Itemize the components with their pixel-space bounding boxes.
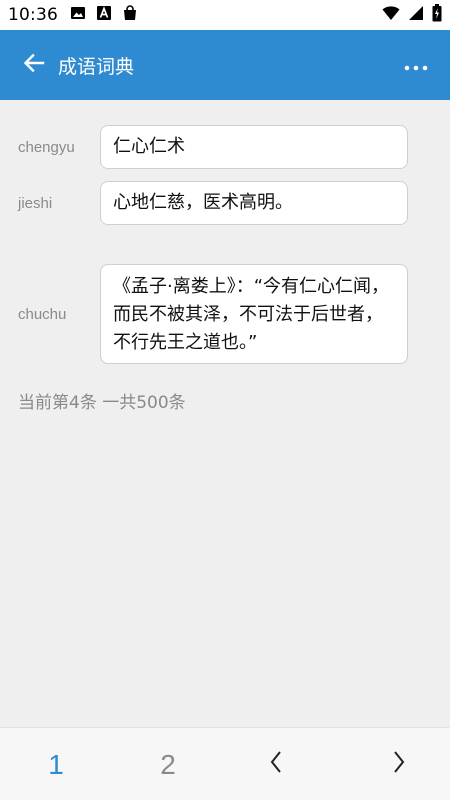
chuchu-label: chuchu xyxy=(18,306,67,323)
jieshi-label: jieshi xyxy=(18,195,53,212)
page-1-button[interactable]: 1 xyxy=(26,728,86,800)
more-horizontal-icon xyxy=(404,56,428,75)
status-bar: 10:36 xyxy=(0,0,450,30)
back-button[interactable] xyxy=(14,45,54,85)
more-options-button[interactable] xyxy=(396,45,436,85)
image-icon xyxy=(70,5,86,25)
shopping-bag-icon xyxy=(122,5,138,25)
status-icons-right xyxy=(382,0,442,30)
battery-icon xyxy=(432,4,442,26)
wifi-icon xyxy=(382,5,400,25)
jieshi-field[interactable]: 心地仁慈，医术高明。 xyxy=(100,181,408,225)
chengyu-field[interactable]: 仁心仁术 xyxy=(100,125,408,169)
bottom-navigation: 1 2 xyxy=(0,727,450,800)
status-time: 10:36 xyxy=(8,5,58,25)
page-2-button[interactable]: 2 xyxy=(138,728,198,800)
a-letter-icon xyxy=(96,5,112,25)
record-counter: 当前第4条 一共500条 xyxy=(18,393,186,413)
app-title: 成语词典 xyxy=(58,55,135,78)
next-button[interactable] xyxy=(369,728,429,800)
status-icons-left xyxy=(70,5,138,25)
chevron-right-icon xyxy=(392,749,406,781)
previous-button[interactable] xyxy=(246,728,306,800)
app-bar: 成语词典 xyxy=(0,30,450,100)
arrow-left-icon xyxy=(23,52,45,78)
chengyu-label: chengyu xyxy=(18,139,75,156)
chuchu-field[interactable]: 《孟子·离娄上》：“今有仁心仁闻，而民不被其泽，不可法于后世者，不行先王之道也。… xyxy=(100,264,408,364)
chevron-left-icon xyxy=(269,749,283,781)
signal-icon xyxy=(408,5,424,25)
